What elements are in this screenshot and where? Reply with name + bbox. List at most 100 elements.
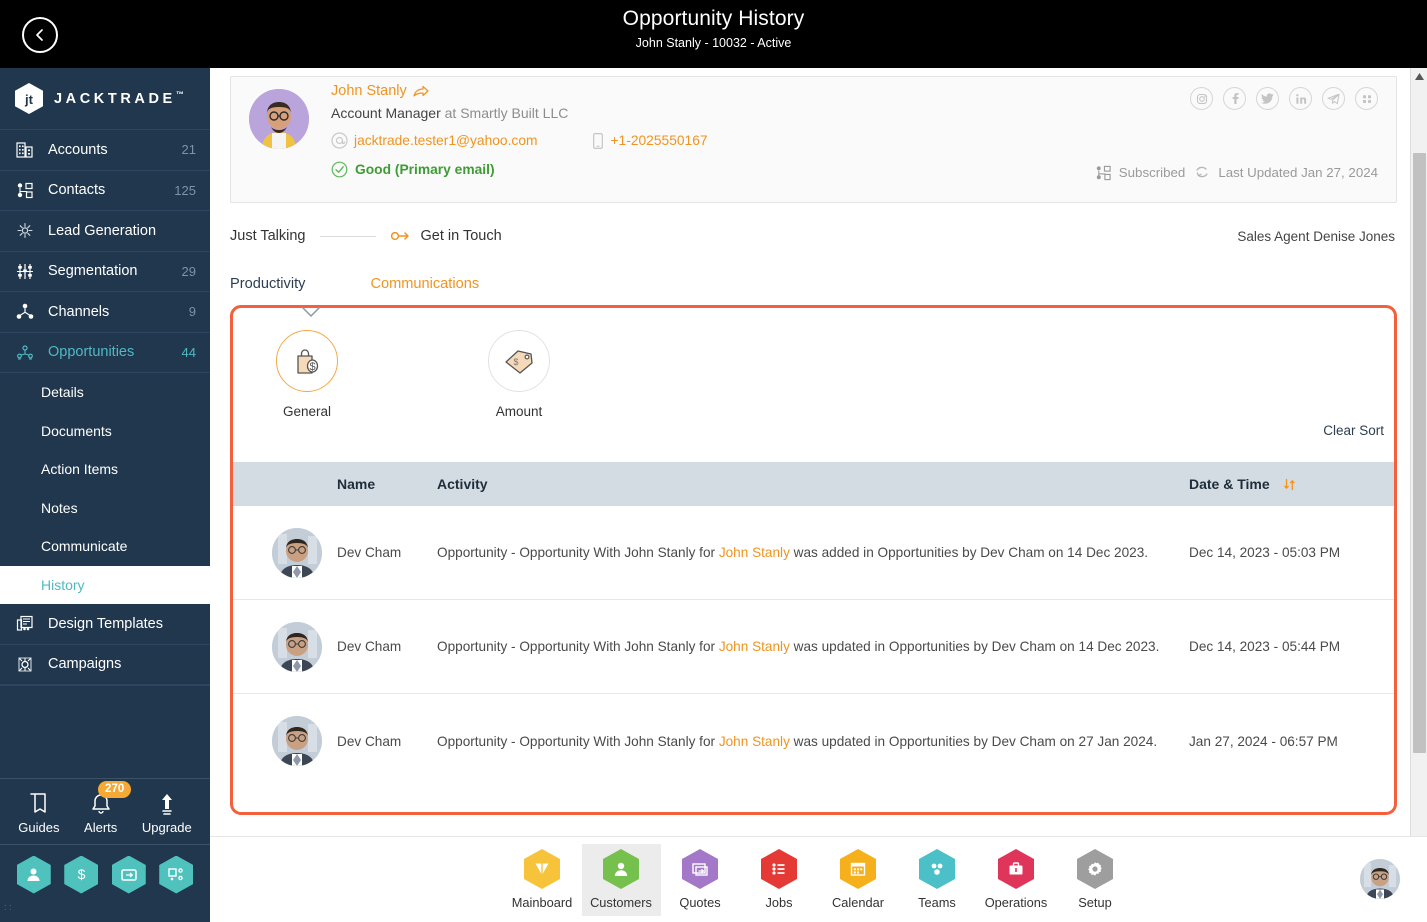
alerts-button[interactable]: 270 Alerts	[84, 781, 132, 835]
sidebar-subitem-label: Details	[41, 384, 84, 401]
upgrade-label: Upgrade	[141, 820, 192, 835]
scrollbar-thumb[interactable]	[1413, 153, 1426, 753]
column-name[interactable]: Name	[337, 476, 437, 492]
bottom-nav-label: Calendar	[832, 895, 884, 910]
apps-grid-icon[interactable]	[1355, 87, 1378, 110]
bottom-nav-quotes[interactable]: Quotes	[661, 844, 740, 916]
bottom-nav-mainboard[interactable]: Mainboard	[503, 844, 582, 916]
activity-post: was added in Opportunities by Dev Cham o…	[789, 545, 1149, 560]
clear-sort-button[interactable]: Clear Sort	[1323, 423, 1384, 438]
category-label: General	[282, 404, 332, 419]
tab-communications[interactable]: Communications	[370, 276, 479, 297]
brand-logo-block[interactable]: jt JACKTRADE™	[0, 68, 210, 130]
contact-role-company: at Smartly Built LLC	[440, 105, 569, 121]
sidebar-item-contacts[interactable]: Contacts 125	[0, 171, 210, 211]
instagram-icon[interactable]	[1190, 87, 1213, 110]
column-date-time[interactable]: Date & Time	[1189, 476, 1394, 492]
payment-hex-icon[interactable]	[111, 855, 146, 894]
telegram-icon[interactable]	[1322, 87, 1345, 110]
activity-pre: Opportunity - Opportunity With John Stan…	[437, 545, 719, 560]
user-avatar[interactable]	[1360, 859, 1400, 899]
sidebar-quick-actions: Guides 270 Alerts Upgrade	[0, 778, 210, 844]
sidebar-item-campaigns[interactable]: Campaigns	[0, 645, 210, 685]
sidebar-subitem-label: Documents	[41, 422, 112, 439]
workflow-hex-icon[interactable]	[159, 855, 194, 894]
vertical-scrollbar[interactable]	[1410, 68, 1427, 836]
table-row[interactable]: Dev Cham Opportunity - Opportunity With …	[233, 506, 1394, 600]
person-hex-icon[interactable]	[16, 855, 51, 894]
facebook-icon[interactable]	[1223, 87, 1246, 110]
bottom-nav-customers[interactable]: Customers	[581, 843, 661, 916]
activity-contact-link[interactable]: John Stanly	[719, 734, 790, 749]
contact-email[interactable]: jacktrade.tester1@yahoo.com	[331, 132, 538, 149]
bottom-nav-label: Mainboard	[511, 895, 573, 910]
sidebar-item-segmentation[interactable]: Segmentation 29	[0, 252, 210, 292]
check-circle-icon	[331, 161, 348, 178]
sidebar-item-design-templates[interactable]: Design Templates	[0, 604, 210, 645]
content-tabs: Productivity Communications	[230, 276, 1411, 297]
bottom-nav-setup[interactable]: Setup	[1056, 844, 1135, 916]
table-header-row: Name Activity Date & Time	[233, 462, 1394, 506]
tab-productivity[interactable]: Productivity	[230, 276, 305, 297]
sidebar-subitem-communicate[interactable]: Communicate	[0, 527, 210, 566]
sort-updown-icon[interactable]	[1283, 478, 1296, 491]
bottom-nav-jobs[interactable]: Jobs	[740, 844, 819, 916]
sidebar-hex-shortcuts: $	[0, 844, 210, 904]
twitter-icon[interactable]	[1256, 87, 1279, 110]
sidebar-subitem-label: Action Items	[41, 461, 119, 478]
subscribed-text: Subscribed	[1118, 165, 1186, 180]
table-row[interactable]: Dev Cham Opportunity - Opportunity With …	[233, 600, 1394, 694]
bottom-nav-operations[interactable]: Operations	[977, 844, 1056, 916]
alerts-badge: 270	[98, 781, 132, 798]
sidebar-item-label: Channels	[48, 303, 110, 320]
row-name: Dev Cham	[337, 639, 402, 654]
tab-label: Communications	[370, 276, 480, 292]
sidebar-subitem-notes[interactable]: Notes	[0, 489, 210, 528]
column-activity[interactable]: Activity	[437, 476, 1189, 492]
linkedin-icon[interactable]	[1289, 87, 1312, 110]
sidebar-subitem-details[interactable]: Details	[0, 373, 210, 412]
top-header-bar: Opportunity History John Stanly - 10032 …	[0, 0, 1427, 68]
category-card-general[interactable]: $ General	[257, 330, 357, 419]
bottom-nav-calendar[interactable]: Calendar	[819, 844, 898, 916]
sidebar-item-label: Opportunities	[48, 344, 135, 361]
contact-name[interactable]: John Stanly	[331, 83, 708, 99]
sidebar-subitem-documents[interactable]: Documents	[0, 412, 210, 451]
sidebar-item-label: Segmentation	[48, 263, 138, 280]
row-avatar-cell	[233, 716, 337, 766]
sidebar-subitem-history[interactable]: History	[0, 565, 210, 604]
guides-label: Guides	[18, 820, 60, 835]
main-content: John Stanly Account Manager at Smartly B…	[210, 68, 1411, 836]
svg-text:$: $	[77, 866, 85, 882]
stage-from: Just Talking	[230, 228, 306, 244]
sidebar-item-channels[interactable]: Channels 9	[0, 292, 210, 333]
guides-button[interactable]: Guides	[18, 788, 59, 835]
activity-contact-link[interactable]: John Stanly	[719, 545, 790, 560]
sidebar-item-opportunities[interactable]: Opportunities 44	[0, 333, 210, 373]
table-row[interactable]: Dev Cham Opportunity - Opportunity With …	[233, 694, 1394, 788]
social-links	[1190, 87, 1378, 110]
dollar-hex-icon[interactable]: $	[64, 855, 99, 894]
sidebar-item-accounts[interactable]: Accounts 21	[0, 130, 210, 171]
channels-icon	[14, 302, 36, 322]
category-card-amount[interactable]: $ Amount	[469, 330, 569, 419]
svg-text:$: $	[309, 361, 315, 373]
contact-role: Account Manager at Smartly Built LLC	[331, 105, 708, 121]
page-title: Opportunity History	[622, 7, 805, 30]
mobile-phone-icon	[592, 132, 603, 149]
mainboard-icon	[524, 849, 560, 889]
bottom-nav-teams[interactable]: Teams	[898, 844, 977, 916]
upgrade-arrow-icon	[158, 788, 176, 816]
setup-gear-icon	[1077, 849, 1113, 889]
activity-post: was updated in Opportunities by Dev Cham…	[789, 733, 1158, 749]
contact-phone[interactable]: +1-2025550167	[592, 132, 708, 149]
stage-to: Get in Touch	[420, 228, 502, 244]
sidebar-subitem-action-items[interactable]: Action Items	[0, 450, 210, 489]
activity-contact-link[interactable]: John Stanly	[719, 639, 790, 654]
upgrade-button[interactable]: Upgrade	[142, 788, 192, 835]
brand-name-text: JACKTRADE	[54, 90, 176, 107]
row-datetime: Jan 27, 2024 - 06:57 PM	[1189, 733, 1338, 749]
scroll-up-arrow-icon[interactable]	[1411, 68, 1427, 85]
column-date-time-label: Date & Time	[1189, 476, 1270, 492]
sidebar-item-lead-generation[interactable]: Lead Generation	[0, 211, 210, 252]
